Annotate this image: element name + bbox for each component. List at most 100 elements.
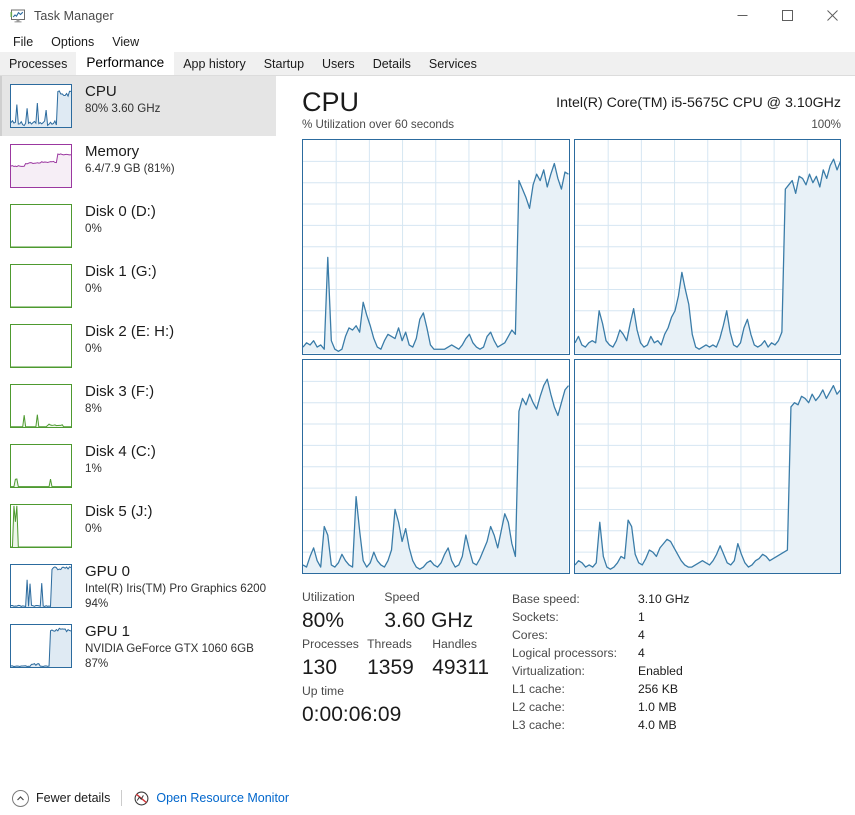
stat-handles: Handles 49311 [432,635,502,682]
tab-startup[interactable]: Startup [254,53,314,75]
stat-speed-label: Speed [384,590,420,604]
sidebar-item-disk-0-d[interactable]: Disk 0 (D:) 0% [0,196,276,256]
close-button[interactable] [810,0,855,31]
cpu-detail-panel: CPU Intel(R) Core(TM) i5-5675C CPU @ 3.1… [276,76,855,781]
sidebar-item-label: Disk 3 (F:) [85,383,155,400]
cpu-graph-2[interactable] [302,358,570,574]
window-title: Task Manager [34,8,114,23]
cpu-graph-0[interactable] [302,139,570,355]
sidebar-thumbnail-graph [10,384,72,428]
task-manager-window: Task Manager File Options View Processes… [0,0,855,815]
sidebar-item-gpu-0[interactable]: GPU 0 Intel(R) Iris(TM) Pro Graphics 6200… [0,556,276,616]
detail-value: 1 [638,610,645,624]
sidebar-item-label: GPU 1 [85,623,131,640]
stat-utilization-label: Utilization [302,590,355,604]
sidebar-item-text: Disk 2 (E: H:) 0% [85,321,174,356]
cpu-model-label: Intel(R) Core(TM) i5-5675C CPU @ 3.10GHz [556,95,841,111]
detail-key: Logical processors: [512,646,617,660]
sidebar-item-text: Disk 1 (G:) 0% [85,261,157,296]
tab-processes[interactable]: Processes [0,53,77,75]
sidebar-thumbnail-graph [10,84,72,128]
stat-handles-label: Handles [432,637,477,651]
stat-uptime: Up time 0:00:06:09 [302,682,502,729]
menu-item-file[interactable]: File [5,33,41,51]
sidebar-item-label: Memory [85,143,140,160]
detail-key: L1 cache: [512,682,565,696]
stat-row-3: Up time 0:00:06:09 [302,682,502,729]
sidebar-item-text: CPU 80% 3.60 GHz [85,81,160,116]
detail-row: Sockets: 1 [512,608,689,626]
sidebar-item-memory[interactable]: Memory 6.4/7.9 GB (81%) [0,136,276,196]
sidebar-item-text: GPU 1 NVIDIA GeForce GTX 1060 6GB 87% [85,621,254,671]
panel-header: CPU Intel(R) Core(TM) i5-5675C CPU @ 3.1… [276,76,855,118]
window-controls [720,0,855,31]
sidebar-thumbnail-graph [10,564,72,608]
sidebar-item-disk-4-c[interactable]: Disk 4 (C:) 1% [0,436,276,496]
detail-value: 3.10 GHz [638,592,690,606]
tab-users[interactable]: Users [313,53,364,75]
detail-value: 256 KB [638,682,678,696]
tab-services[interactable]: Services [419,53,486,75]
sidebar-item-text: Disk 0 (D:) 0% [85,201,156,236]
sidebar-item-text: Disk 5 (J:) 0% [85,501,153,536]
detail-value: 4 [638,628,645,642]
detail-row: Base speed: 3.10 GHz [512,590,689,608]
sidebar-item-label: Disk 2 (E: H:) [85,323,175,340]
detail-value: 1.0 MB [638,700,677,714]
sidebar-item-disk-5-j[interactable]: Disk 5 (J:) 0% [0,496,276,556]
sidebar-item-subtitle: 8% [85,402,102,415]
stat-row-2: Processes 130 Threads 1359 Handles 49311 [302,635,502,682]
detail-key: Cores: [512,628,548,642]
sidebar-item-subtitle: NVIDIA GeForce GTX 1060 6GB [85,642,254,655]
sidebar-thumbnail-graph [10,504,72,548]
open-resource-monitor-button[interactable]: Open Resource Monitor [133,790,289,807]
detail-key: L3 cache: [512,718,565,732]
sidebar-thumbnail-graph [10,204,72,248]
sidebar-item-disk-2-e-h[interactable]: Disk 2 (E: H:) 0% [0,316,276,376]
cpu-stats: Utilization 80% Speed 3.60 GHz Processes… [302,588,841,753]
graph-axis-labels: % Utilization over 60 seconds 100% [276,118,855,135]
detail-key: Virtualization: [512,664,585,678]
sidebar-item-disk-1-g[interactable]: Disk 1 (G:) 0% [0,256,276,316]
menu-item-view[interactable]: View [104,33,147,51]
fewer-details-label: Fewer details [36,791,111,805]
stat-processes-value: 130 [302,656,338,679]
sidebar-item-text: GPU 0 Intel(R) Iris(TM) Pro Graphics 6200… [85,561,266,611]
sidebar-item-text: Memory 6.4/7.9 GB (81%) [85,141,175,176]
minimize-button[interactable] [720,0,765,31]
sidebar-item-subtitle: Intel(R) Iris(TM) Pro Graphics 6200 [85,582,267,595]
stat-speed-value: 3.60 GHz [384,609,474,632]
sidebar-thumbnail-graph [10,444,72,488]
logical-processor-graphs[interactable] [302,139,841,574]
cpu-graph-3[interactable] [573,358,841,574]
sidebar-item-subtitle: 0% [85,342,102,355]
sidebar-item-gpu-1[interactable]: GPU 1 NVIDIA GeForce GTX 1060 6GB 87% [0,616,276,676]
sidebar-item-subtitle: 6.4/7.9 GB (81%) [85,162,175,175]
status-bar: Fewer details Open Resource Monitor [0,781,855,815]
footer-divider [121,790,123,806]
tab-performance[interactable]: Performance [76,51,175,75]
fewer-details-button[interactable]: Fewer details [12,789,111,807]
sidebar-item-label: Disk 1 (G:) [85,263,157,280]
stat-processes: Processes 130 [302,635,367,682]
graph-yaxis-max-label: 100% [811,118,841,131]
tab-details[interactable]: Details [363,53,420,75]
sidebar-item-usage: 94% [85,597,109,610]
sidebar-item-subtitle: 0% [85,282,102,295]
graph-xaxis-label: % Utilization over 60 seconds [302,118,455,131]
sidebar-thumbnail-graph [10,264,72,308]
menu-item-options[interactable]: Options [43,33,102,51]
stat-threads-value: 1359 [367,656,414,679]
tab-app-history[interactable]: App history [174,53,255,75]
resource-sidebar[interactable]: CPU 80% 3.60 GHz Memory 6.4/7.9 GB (81%) Dis… [0,76,276,781]
title-bar: Task Manager [0,0,855,31]
sidebar-item-disk-3-f[interactable]: Disk 3 (F:) 8% [0,376,276,436]
stat-speed: Speed 3.60 GHz [384,588,502,635]
cpu-stats-left: Utilization 80% Speed 3.60 GHz Processes… [302,588,502,729]
maximize-button[interactable] [765,0,810,31]
sidebar-item-cpu[interactable]: CPU 80% 3.60 GHz [0,76,276,136]
sidebar-item-label: CPU [85,83,117,100]
cpu-graph-1[interactable] [573,139,841,355]
sidebar-item-subtitle: 0% [85,222,102,235]
sidebar-item-subtitle: 1% [85,462,102,475]
